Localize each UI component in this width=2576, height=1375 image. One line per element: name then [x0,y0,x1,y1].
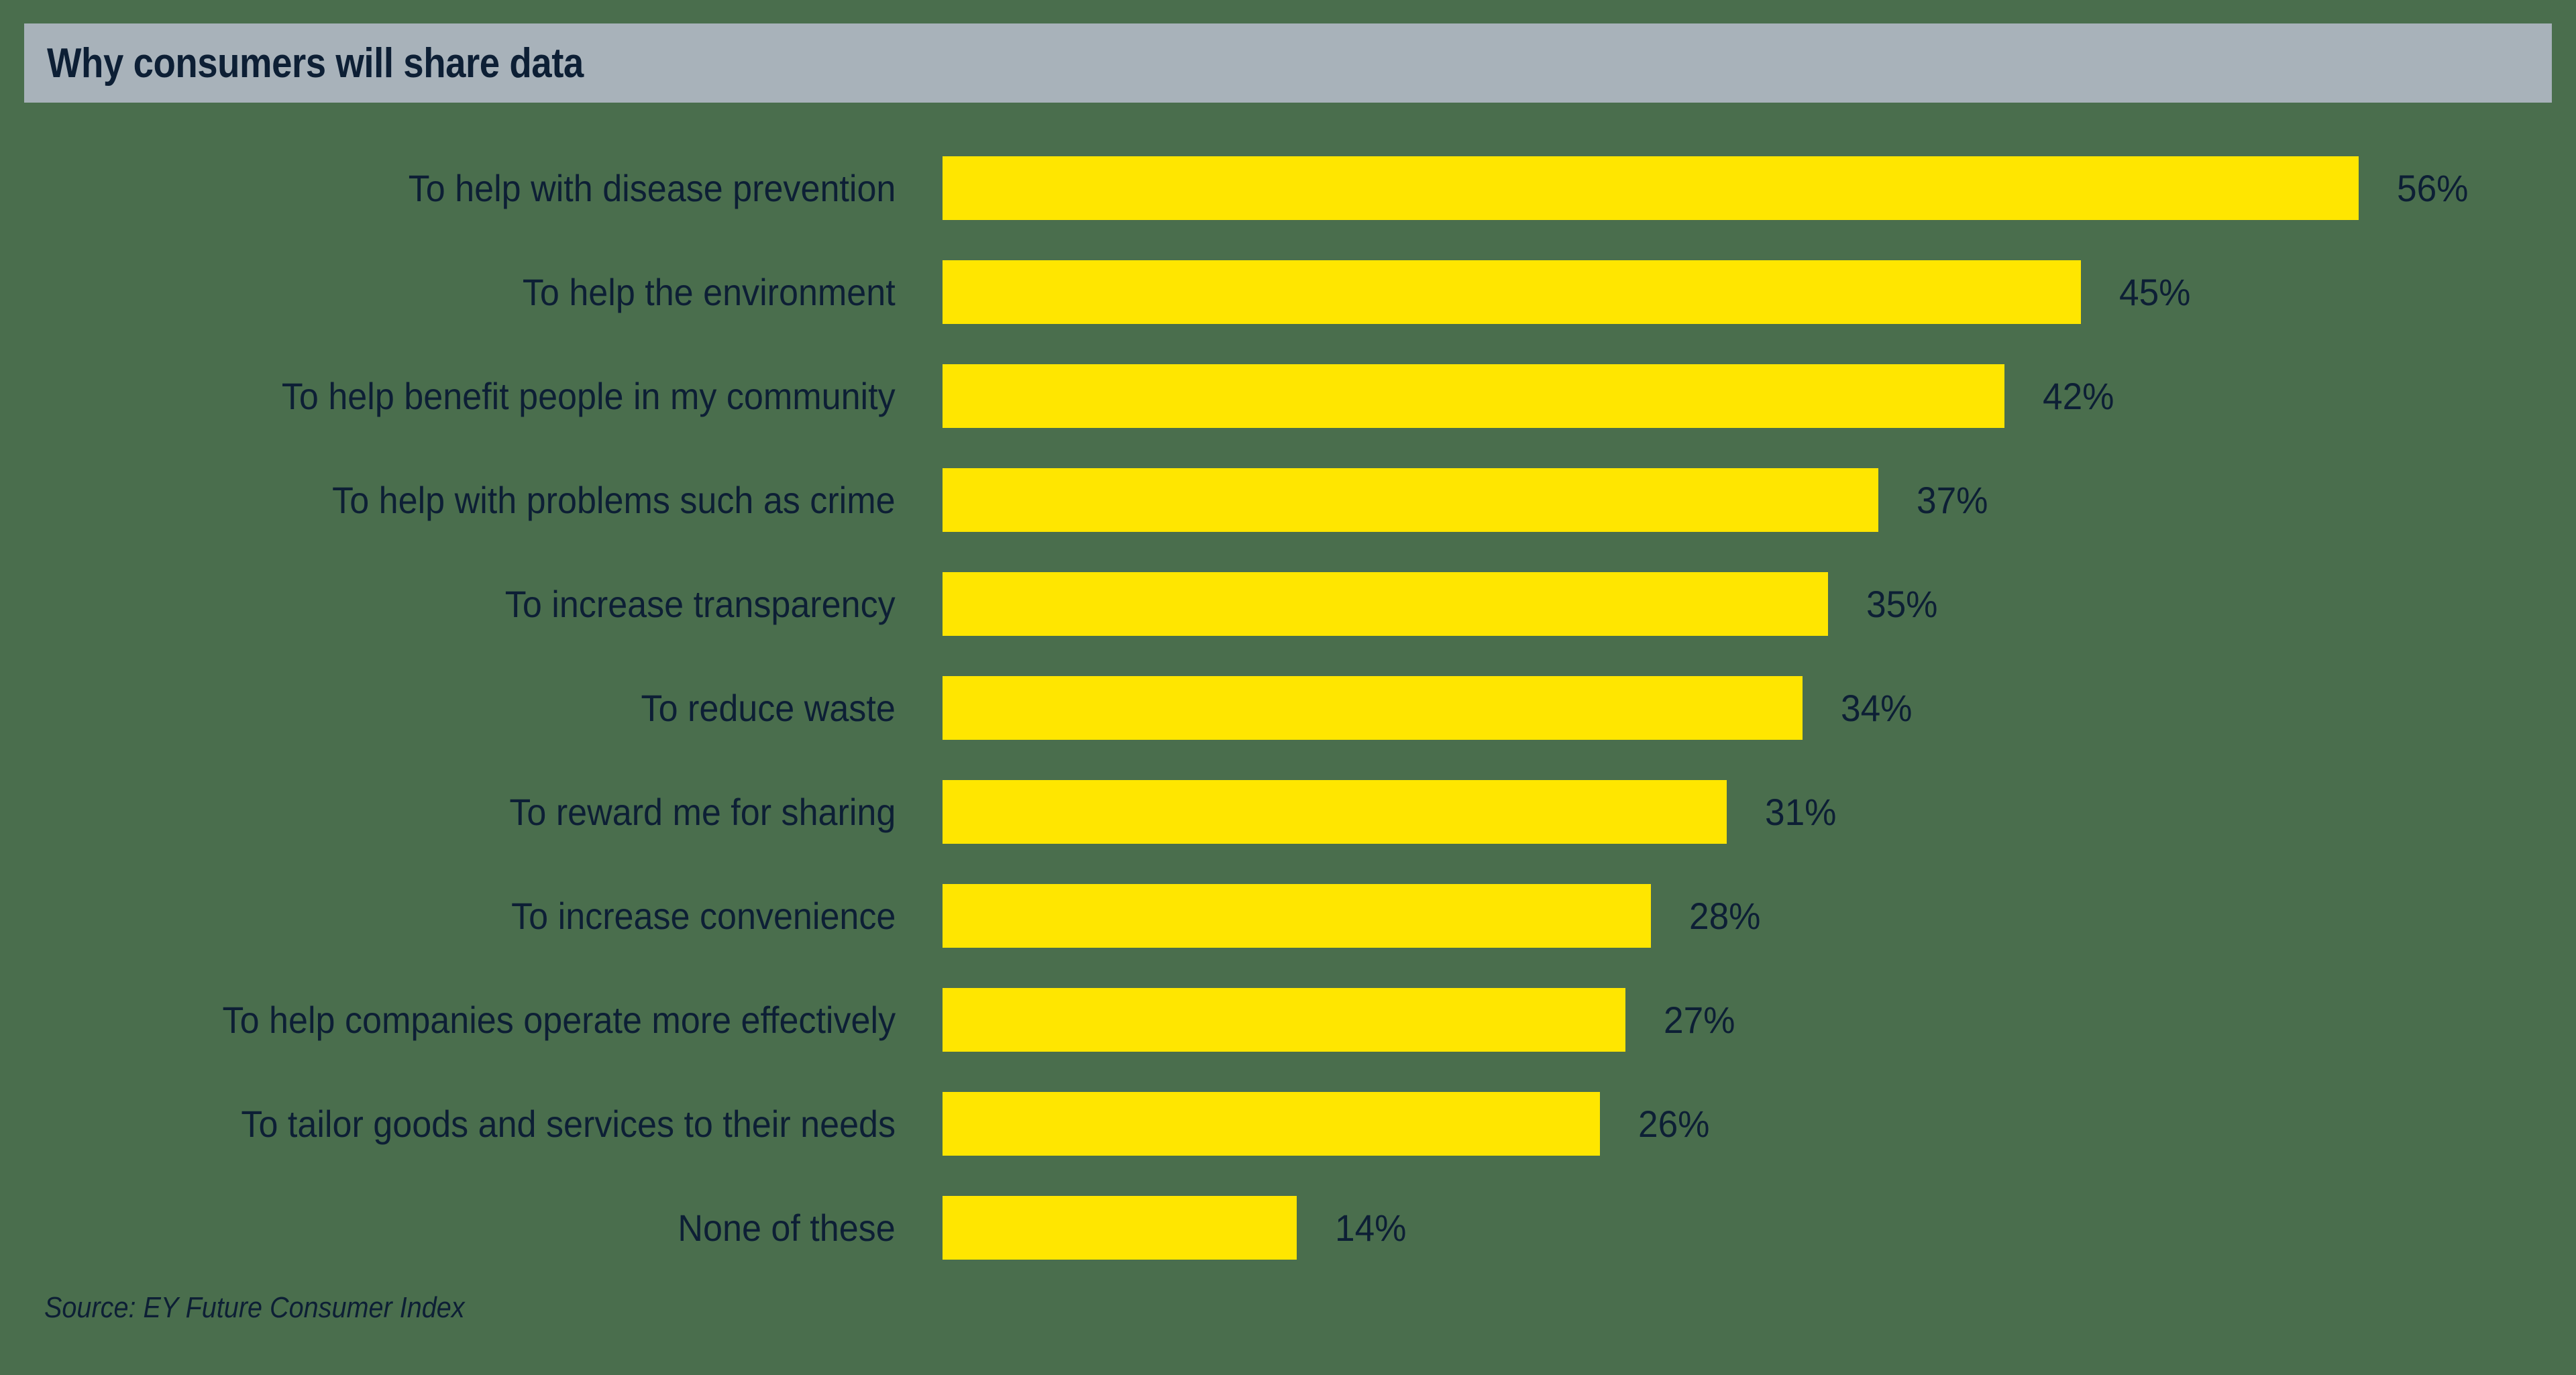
bar-value-label: 28% [1689,897,1764,935]
source-note: Source: EY Future Consumer Index [44,1291,511,1325]
category-label: To reward me for sharing [480,793,896,831]
bar-value-text: 34% [1840,686,1913,729]
category-label: To help with problems such as crime [290,478,896,521]
source-note-text: Source: EY Future Consumer Index [44,1291,465,1324]
category-label: To tailor goods and services to their ne… [192,1105,896,1143]
bar[interactable] [943,988,1625,1052]
bar-value-label: 14% [1335,1209,1410,1247]
bar-value-label: 31% [1765,793,1840,831]
bar-value-text: 28% [1688,894,1761,937]
bar-row: To increase convenience 28% [0,884,2576,948]
category-label: To help the environment [494,270,896,313]
bar[interactable] [943,364,2005,428]
bar-value-label: 27% [1664,1001,1739,1039]
bar-value-label: 45% [2118,270,2194,313]
bar-value-text: 14% [1334,1206,1407,1249]
category-label: None of these [661,1209,896,1247]
bar-row: To increase transparency 35% [0,572,2576,636]
bar-value-text: 37% [1916,478,1988,521]
chart-container: Why consumers will share data To help wi… [0,0,2576,1375]
bar[interactable] [943,1092,1601,1156]
category-label: To help companies operate more effective… [172,1001,896,1039]
bar-chart-plot-area: To help with disease prevention 56% To hel… [0,0,2576,1375]
bar-row: To help with problems such as crime 37% [0,468,2576,532]
category-label: To help with disease prevention [372,166,896,209]
bar-value-text: 35% [1866,582,1937,625]
bar-value-text: 56% [2397,166,2469,209]
bar-value-label: 35% [1866,582,1941,625]
bar-value-text: 42% [2043,374,2114,417]
category-label-text: To help the environment [523,270,896,313]
bar-row: To help with disease prevention 56% [0,156,2576,220]
category-label-text: To help with disease prevention [408,166,896,209]
bar-value-label: 42% [2043,374,2118,417]
bar-row: To tailor goods and services to their ne… [0,1092,2576,1156]
bar-value-label: 26% [1638,1105,1713,1143]
category-label-text: To reduce waste [641,686,896,729]
bar-row: To reward me for sharing 31% [0,780,2576,844]
bar[interactable] [943,572,1828,636]
category-label: To increase convenience [482,897,896,935]
bar-row: To help companies operate more effective… [0,988,2576,1052]
bar[interactable] [943,780,1727,844]
bar[interactable] [943,468,1878,532]
bar-row: None of these 14% [0,1196,2576,1260]
category-label-text: To increase convenience [511,894,896,937]
bar-value-text: 27% [1663,998,1735,1041]
bar[interactable] [943,676,1803,740]
bar-value-label: 56% [2397,166,2472,209]
category-label: To increase transparency [476,582,896,625]
bar-value-text: 26% [1638,1102,1710,1145]
category-label-text: To reward me for sharing [508,790,896,833]
bar-row: To help the environment 45% [0,260,2576,324]
category-label-text: To increase transparency [505,582,896,625]
category-label-text: None of these [678,1206,896,1249]
category-label: To reduce waste [622,686,896,729]
bar-value-text: 45% [2118,270,2190,313]
category-label-text: To help benefit people in my community [282,374,896,417]
bar-row: To reduce waste 34% [0,676,2576,740]
bar-value-text: 31% [1764,790,1837,833]
category-label-text: To help with problems such as crime [332,478,896,521]
category-label-text: To tailor goods and services to their ne… [241,1102,896,1145]
bar[interactable] [943,884,1651,948]
bar-row: To help benefit people in my community 42… [0,364,2576,428]
category-label: To help benefit people in my community [235,374,896,417]
bar-value-label: 37% [1916,478,1992,521]
bar[interactable] [943,156,2359,220]
bar-value-label: 34% [1840,686,1916,729]
category-label-text: To help companies operate more effective… [222,998,896,1041]
bar[interactable] [943,1196,1297,1260]
bar[interactable] [943,260,2081,324]
